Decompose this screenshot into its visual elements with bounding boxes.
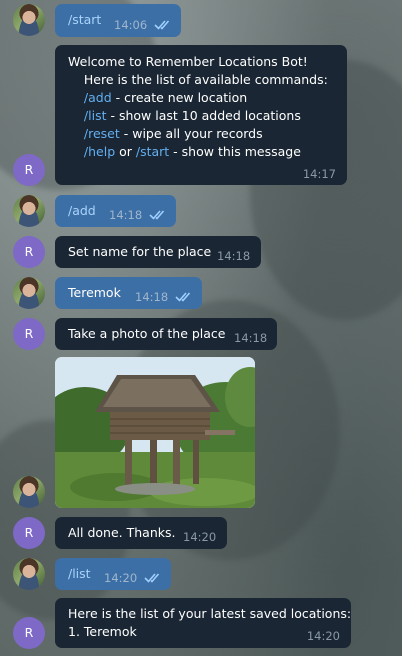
message-line: /add - create new location [68, 89, 334, 107]
message-time: 14:17 [302, 167, 336, 181]
outgoing-message[interactable]: /add 14:18 [55, 195, 176, 227]
message-text: Take a photo of the place [68, 326, 226, 341]
bot-avatar[interactable]: R [13, 154, 45, 186]
double-check-icon [154, 20, 170, 30]
user-avatar[interactable] [13, 476, 45, 508]
message-time: 14:06 [114, 18, 148, 32]
incoming-message[interactable]: Set name for the place 14:18 [55, 236, 261, 268]
incoming-message[interactable]: All done. Thanks. 14:20 [55, 517, 227, 549]
double-check-icon [144, 573, 160, 583]
message-text[interactable]: /start [68, 12, 101, 27]
message-line: 1. Teremok [68, 624, 137, 639]
user-avatar[interactable] [13, 4, 45, 36]
incoming-message[interactable]: Here is the list of your latest saved lo… [55, 598, 351, 648]
message-line: Here is the list of your latest saved lo… [68, 606, 352, 621]
message-text: Teremok [68, 285, 121, 300]
outgoing-message[interactable]: /start 14:06 [55, 4, 181, 37]
message-line: /list - show last 10 added locations [68, 107, 334, 125]
bot-avatar[interactable]: R [13, 318, 45, 350]
user-avatar[interactable] [13, 558, 45, 590]
message-line: Welcome to Remember Locations Bot! [68, 54, 308, 69]
message-time: 14:18 [109, 208, 143, 222]
command-description: - create new location [111, 90, 248, 105]
command-description: - show this message [169, 144, 301, 159]
double-check-icon [149, 210, 165, 220]
message-time: 14:20 [183, 530, 217, 544]
message-text: All done. Thanks. [68, 525, 176, 540]
command-description: - wipe all your records [119, 126, 263, 141]
message-line: /reset - wipe all your records [68, 125, 334, 143]
message-time: 14:18 [234, 331, 268, 345]
incoming-message[interactable]: Welcome to Remember Locations Bot! Here … [55, 45, 347, 185]
message-time: 14:20 [104, 571, 138, 585]
user-avatar[interactable] [13, 195, 45, 227]
command-description: or [115, 144, 136, 159]
outgoing-message[interactable]: /list 14:20 [55, 558, 171, 590]
bot-avatar[interactable]: R [13, 517, 45, 549]
message-text: Set name for the place [68, 244, 212, 259]
message-time: 14:18 [217, 249, 251, 263]
command-link[interactable]: /start [136, 144, 169, 159]
bot-avatar[interactable]: R [13, 236, 45, 268]
outgoing-message[interactable]: Teremok 14:18 [55, 277, 202, 309]
command-description: - show last 10 added locations [106, 108, 301, 123]
double-check-icon [175, 292, 191, 302]
command-link[interactable]: /reset [84, 126, 120, 141]
chat-history[interactable]: /start 14:06 Welcome to Remember Locatio… [0, 0, 402, 656]
message-time: 14:18 [135, 290, 169, 304]
message-time: 14:20 [306, 629, 340, 643]
photo-message[interactable] [55, 357, 255, 508]
command-link[interactable]: /list [84, 108, 107, 123]
incoming-message[interactable]: Take a photo of the place 14:18 [55, 318, 277, 350]
teremok-photo [55, 357, 255, 508]
message-text[interactable]: /add [68, 203, 96, 218]
message-text[interactable]: /list [68, 566, 91, 581]
message-line: Here is the list of available commands: [68, 72, 328, 87]
message-line: /help or /start - show this message [68, 143, 334, 161]
command-link[interactable]: /add [84, 90, 112, 105]
command-link[interactable]: /help [84, 144, 115, 159]
user-avatar[interactable] [13, 277, 45, 309]
bot-avatar[interactable]: R [13, 617, 45, 649]
